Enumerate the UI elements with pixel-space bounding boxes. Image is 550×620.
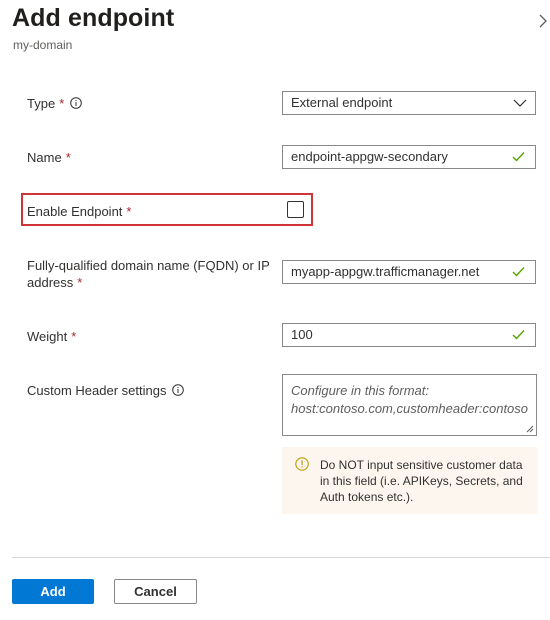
- required-marker: *: [59, 96, 65, 111]
- divider: [12, 557, 550, 558]
- custom-header-label: Custom Header settings: [27, 382, 185, 399]
- checkmark-icon: [512, 267, 525, 277]
- required-marker: *: [126, 204, 132, 219]
- type-label: Type *: [27, 95, 83, 112]
- cancel-button[interactable]: Cancel: [114, 579, 197, 604]
- custom-header-label-text: Custom Header settings: [27, 383, 167, 398]
- custom-header-textarea[interactable]: Configure in this format: host:contoso.c…: [282, 374, 537, 436]
- fqdn-input[interactable]: myapp-appgw.trafficmanager.net: [282, 260, 536, 284]
- checkmark-icon: [512, 330, 525, 340]
- weight-input[interactable]: 100: [282, 323, 536, 347]
- weight-label: Weight *: [27, 328, 76, 345]
- warning-icon: [295, 457, 309, 471]
- warning-text: Do NOT input sensitive customer data in …: [320, 458, 523, 504]
- resize-handle-icon[interactable]: [526, 425, 534, 433]
- fqdn-label-line1: Fully-qualified domain name (FQDN) or IP: [27, 258, 270, 273]
- required-marker: *: [65, 150, 71, 165]
- name-label-text: Name: [27, 150, 62, 165]
- fqdn-label-line2-wrap: address *: [27, 274, 270, 291]
- chevron-right-icon[interactable]: [536, 12, 550, 30]
- info-icon[interactable]: [172, 384, 185, 396]
- enable-endpoint-label: Enable Endpoint *: [27, 203, 131, 220]
- page-title: Add endpoint: [12, 4, 175, 32]
- name-label: Name *: [27, 149, 71, 166]
- required-marker: *: [71, 329, 77, 344]
- name-input-value: endpoint-appgw-secondary: [291, 149, 448, 164]
- required-marker: *: [77, 275, 83, 290]
- info-icon[interactable]: [70, 97, 83, 109]
- page-subtitle: my-domain: [13, 38, 73, 52]
- add-button[interactable]: Add: [12, 579, 94, 604]
- enable-endpoint-checkbox[interactable]: [287, 201, 304, 218]
- type-dropdown[interactable]: External endpoint: [282, 91, 536, 115]
- name-input[interactable]: endpoint-appgw-secondary: [282, 145, 536, 169]
- fqdn-input-value: myapp-appgw.trafficmanager.net: [291, 264, 480, 279]
- type-dropdown-value: External endpoint: [291, 95, 393, 110]
- custom-header-placeholder-line2: host:contoso.com,customheader:contoso: [291, 401, 529, 416]
- custom-header-placeholder-line1: Configure in this format:: [291, 383, 430, 398]
- type-label-text: Type: [27, 96, 56, 111]
- warning-message: Do NOT input sensitive customer data in …: [282, 447, 537, 514]
- enable-endpoint-label-text: Enable Endpoint: [27, 204, 123, 219]
- checkmark-icon: [512, 152, 525, 162]
- chevron-down-icon: [513, 99, 527, 107]
- weight-input-value: 100: [291, 327, 313, 342]
- weight-label-text: Weight: [27, 329, 68, 344]
- fqdn-label: Fully-qualified domain name (FQDN) or IP…: [27, 257, 270, 291]
- fqdn-label-line2: address: [27, 275, 74, 290]
